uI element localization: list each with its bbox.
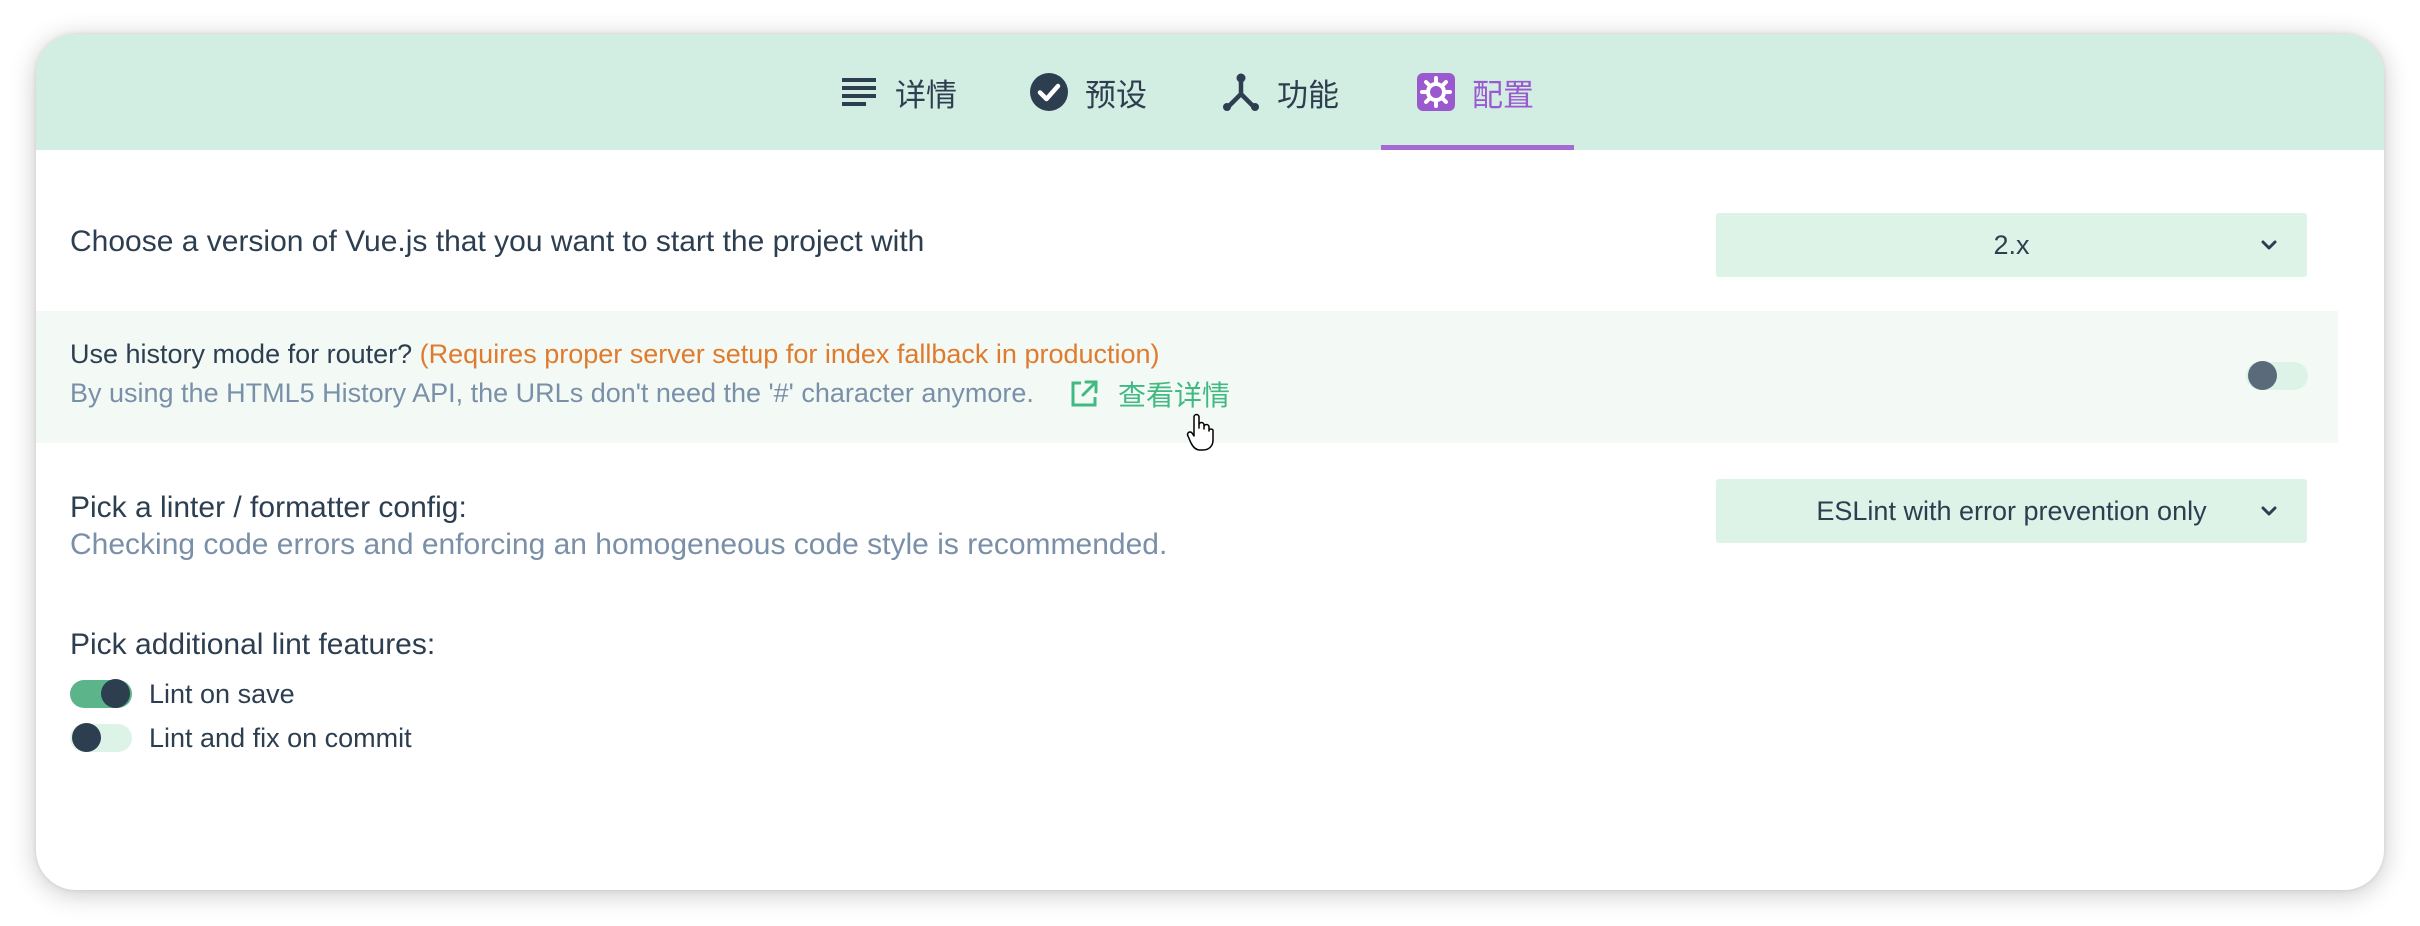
tab-details[interactable]: 详情 <box>839 34 957 150</box>
toggle-knob <box>72 723 101 752</box>
select-value: 2.x <box>1993 229 2030 260</box>
lint-on-save-label: Lint on save <box>149 679 295 709</box>
tab-label: 详情 <box>895 77 957 113</box>
vue-version-label: Choose a version of Vue.js that you want… <box>70 225 925 258</box>
active-tab-indicator <box>1381 145 1574 150</box>
history-mode-label: Use history mode for router? (Requires p… <box>70 339 1160 370</box>
lint-on-save-toggle[interactable] <box>70 679 132 708</box>
vue-version-select[interactable]: 2.x <box>1716 213 2307 277</box>
toggle-knob <box>2248 361 2277 390</box>
toggle-knob <box>101 679 130 708</box>
project-config-panel: 详情 预设 功能 配置 Choose a version of Vue.js t… <box>36 34 2384 890</box>
link-label: 查看详情 <box>1118 380 1231 411</box>
fork-icon <box>1221 72 1261 112</box>
tab-label: 功能 <box>1277 77 1339 113</box>
history-mode-description: By using the HTML5 History API, the URLs… <box>70 378 1034 408</box>
lint-features-label: Pick additional lint features: <box>70 628 436 661</box>
hand-cursor-icon <box>1186 413 1214 451</box>
linter-description: Checking code errors and enforcing an ho… <box>70 528 1168 561</box>
list-icon <box>839 72 879 112</box>
history-mode-title: Use history mode for router? <box>70 339 413 369</box>
tab-bar: 详情 预设 功能 配置 <box>36 34 2384 150</box>
linter-label: Pick a linter / formatter config: <box>70 491 467 524</box>
history-mode-toggle[interactable] <box>2246 361 2308 390</box>
select-value: ESLint with error prevention only <box>1816 495 2207 526</box>
external-link-icon <box>1071 380 1098 407</box>
gear-icon <box>1416 72 1456 112</box>
view-details-link[interactable]: 查看详情 <box>1068 374 1230 414</box>
tab-presets[interactable]: 预设 <box>1029 34 1147 150</box>
lint-and-fix-label: Lint and fix on commit <box>149 723 412 753</box>
check-circle-icon <box>1029 72 1069 112</box>
tab-label: 预设 <box>1085 77 1147 113</box>
chevron-down-icon <box>2261 506 2277 516</box>
history-mode-warning: (Requires proper server setup for index … <box>419 339 1160 369</box>
lint-and-fix-toggle[interactable] <box>70 723 132 752</box>
tab-label: 配置 <box>1472 77 1534 113</box>
tab-config[interactable]: 配置 <box>1416 34 1534 150</box>
chevron-down-icon <box>2261 240 2277 250</box>
tab-features[interactable]: 功能 <box>1221 34 1339 150</box>
linter-select[interactable]: ESLint with error prevention only <box>1716 479 2307 543</box>
